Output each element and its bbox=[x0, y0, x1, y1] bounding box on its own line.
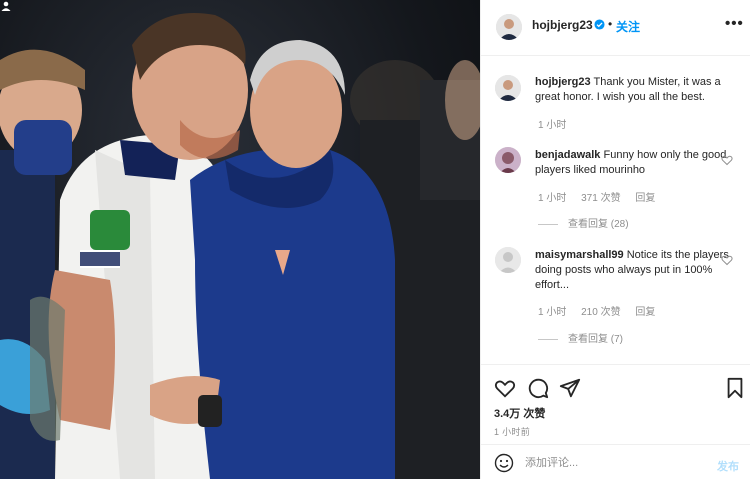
follow-button[interactable]: 关注 bbox=[616, 18, 640, 35]
commenter-avatar[interactable] bbox=[495, 247, 521, 273]
post-photo[interactable] bbox=[0, 0, 480, 479]
comment-meta: 1 小时 371 次赞 回复 bbox=[538, 189, 667, 204]
comment-likes[interactable]: 371 次赞 bbox=[581, 193, 620, 204]
comments-list[interactable]: hojbjerg23 Thank you Mister, it was a gr… bbox=[481, 57, 750, 364]
view-replies-button[interactable]: 查看回复 (7) bbox=[538, 330, 623, 345]
post-sidebar: hojbjerg23 • 关注 ••• hojbjerg23 Thank you… bbox=[480, 0, 750, 479]
comment-username[interactable]: maisymarshall99 bbox=[535, 249, 624, 261]
caption-time: 1 小时 bbox=[538, 120, 567, 131]
post-actions: 3.4万 次赞 1 小时前 bbox=[481, 364, 750, 444]
view-replies-button[interactable]: 查看回复 (28) bbox=[538, 215, 629, 230]
comment-text: benjadawalk Funny how only the good play… bbox=[535, 148, 733, 178]
add-comment-bar: 发布 bbox=[481, 444, 750, 479]
author-avatar[interactable] bbox=[496, 14, 522, 40]
reply-button[interactable]: 回复 bbox=[635, 307, 655, 318]
post-time: 1 小时前 bbox=[494, 427, 531, 437]
more-options-icon[interactable]: ••• bbox=[725, 15, 744, 32]
comment-username[interactable]: benjadawalk bbox=[535, 149, 600, 161]
send-icon[interactable] bbox=[559, 377, 581, 399]
post-comment-button[interactable]: 发布 bbox=[717, 458, 739, 474]
reply-button[interactable]: 回复 bbox=[635, 193, 655, 204]
comment-icon[interactable] bbox=[527, 377, 549, 399]
view-replies-label: 查看回复 (7) bbox=[568, 334, 623, 345]
commenter-avatar[interactable] bbox=[495, 147, 521, 173]
caption-text: hojbjerg23 Thank you Mister, it was a gr… bbox=[535, 75, 733, 105]
caption-meta: 1 小时 bbox=[538, 116, 578, 131]
author-username[interactable]: hojbjerg23 bbox=[532, 18, 593, 32]
post-header: hojbjerg23 • 关注 ••• bbox=[481, 0, 750, 56]
replies-line bbox=[538, 338, 558, 340]
comment-like-icon[interactable] bbox=[721, 254, 733, 266]
view-replies-label: 查看回复 (28) bbox=[568, 219, 629, 230]
comment-meta: 1 小时 210 次赞 回复 bbox=[538, 303, 667, 318]
replies-line bbox=[538, 223, 558, 225]
tagged-user-icon[interactable] bbox=[0, 0, 12, 12]
bookmark-icon[interactable] bbox=[724, 377, 746, 399]
comment-time: 1 小时 bbox=[538, 193, 567, 204]
photo-scene bbox=[0, 13, 480, 479]
heart-icon[interactable] bbox=[494, 377, 516, 399]
emoji-icon[interactable] bbox=[494, 453, 514, 473]
comment-text: maisymarshall99 Notice its the players d… bbox=[535, 248, 733, 293]
likes-count[interactable]: 3.4万 次赞 bbox=[494, 405, 545, 421]
caption-username[interactable]: hojbjerg23 bbox=[535, 76, 591, 88]
header-separator: • bbox=[608, 17, 613, 31]
comment-likes[interactable]: 210 次赞 bbox=[581, 307, 620, 318]
comment-input[interactable] bbox=[525, 454, 695, 472]
comment-like-icon[interactable] bbox=[721, 154, 733, 166]
verified-badge-icon bbox=[594, 19, 605, 30]
caption-avatar[interactable] bbox=[495, 75, 521, 101]
comment-time: 1 小时 bbox=[538, 307, 567, 318]
